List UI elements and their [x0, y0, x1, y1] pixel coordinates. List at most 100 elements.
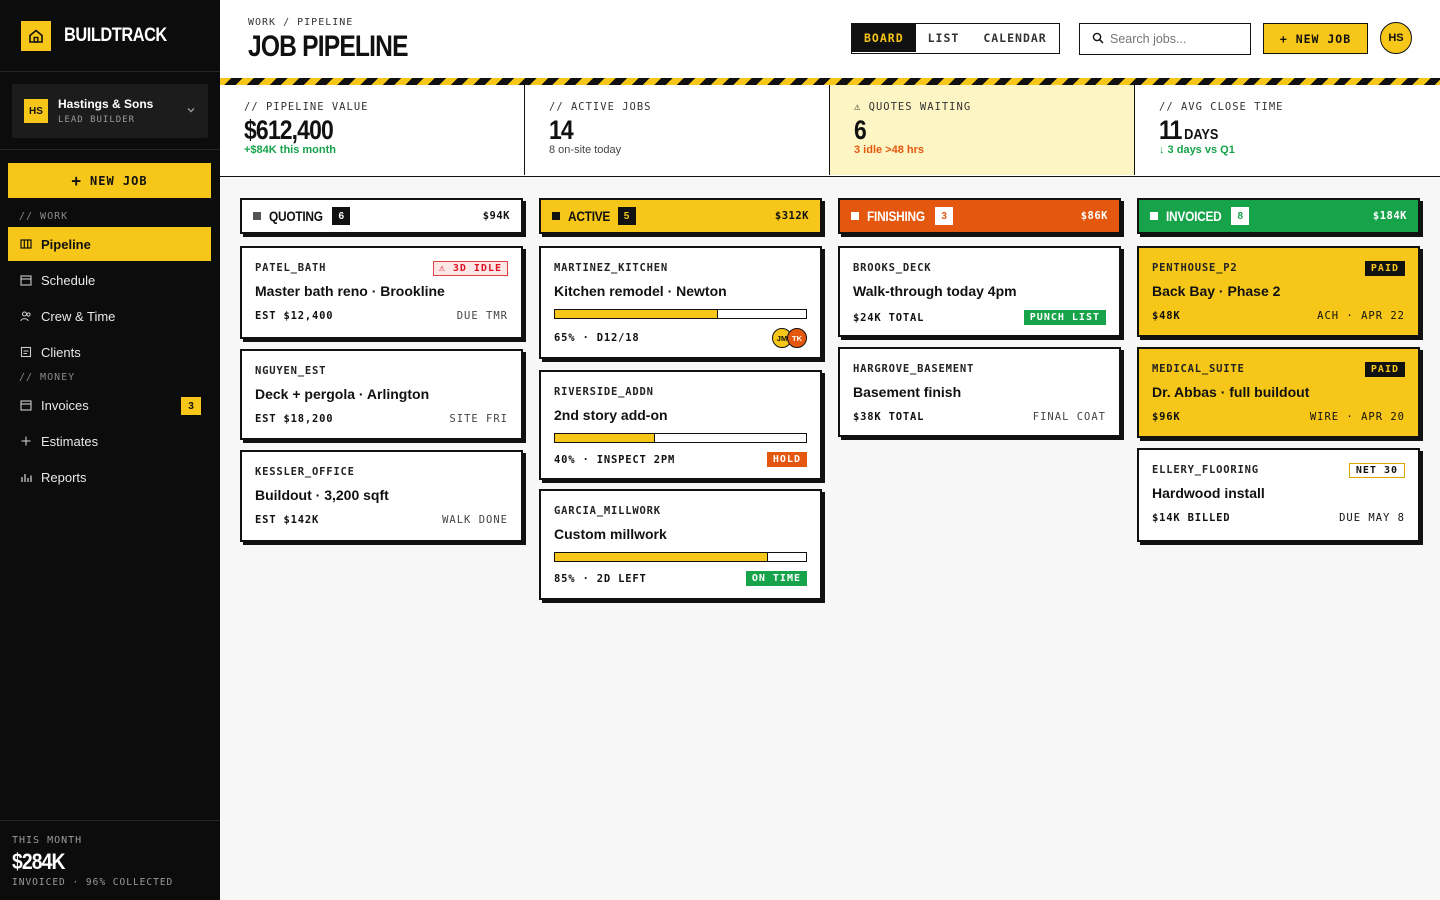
- job-due: SITE FRI: [449, 413, 508, 425]
- sidebar-new-job-label: NEW JOB: [90, 173, 148, 188]
- clipboard-icon: [20, 346, 32, 358]
- job-card[interactable]: GARCIA_MILLWORK Custom millwork 85% · 2D…: [539, 489, 822, 600]
- column-name: QUOTING: [269, 208, 323, 224]
- job-title: Back Bay · Phase 2: [1152, 283, 1281, 299]
- org-switcher[interactable]: HS Hastings & Sons LEAD BUILDER: [12, 84, 208, 138]
- view-tab-list[interactable]: LIST: [916, 24, 972, 52]
- users-icon: [20, 310, 32, 322]
- job-card[interactable]: KESSLER_OFFICE Buildout · 3,200 sqft EST…: [240, 450, 523, 542]
- plus-icon: [20, 435, 32, 447]
- brand[interactable]: BUILDTRACK: [0, 0, 220, 72]
- job-code: GARCIA_MILLWORK: [554, 505, 661, 517]
- job-card[interactable]: NGUYEN_EST Deck + pergola · Arlington ES…: [240, 349, 523, 440]
- columns-icon: [20, 238, 32, 250]
- job-progress-text: 85% · 2D LEFT: [554, 572, 647, 585]
- column-header: ACTIVE 5 $312K: [539, 198, 822, 234]
- column-finishing: FINISHING 3 $86K BROOKS_DECK Walk-throug…: [838, 198, 1121, 437]
- user-avatar[interactable]: HS: [1380, 22, 1412, 54]
- progress-bar: [554, 433, 807, 443]
- job-code: MEDICAL_SUITE: [1152, 363, 1245, 375]
- job-card[interactable]: MARTINEZ_KITCHEN Kitchen remodel · Newto…: [539, 246, 822, 359]
- job-card[interactable]: HARGROVE_BASEMENT Basement finish $38K T…: [838, 347, 1121, 437]
- stat-label: // AVG CLOSE TIME: [1159, 101, 1284, 113]
- home-icon: [21, 20, 51, 51]
- month-summary-label: THIS MONTH: [12, 835, 83, 846]
- stat-avg-close-time: // AVG CLOSE TIME 11 DAYS ↓ 3 days vs Q1: [1135, 85, 1440, 175]
- column-count: 5: [617, 207, 636, 225]
- job-title: Master bath reno · Brookline: [255, 283, 445, 299]
- square-icon: [851, 212, 859, 220]
- progress-fill: [555, 310, 719, 318]
- column-invoiced: INVOICED 8 $184K PENTHOUSE_P2 PAID Back B…: [1137, 198, 1420, 542]
- column-name: INVOICED: [1166, 208, 1222, 224]
- sidebar-item-schedule[interactable]: Schedule: [8, 263, 211, 297]
- plus-icon: +: [71, 170, 83, 190]
- payment-info: ACH · APR 22: [1317, 310, 1405, 322]
- stat-quotes-waiting[interactable]: ⚠ QUOTES WAITING 6 3 idle >48 hrs: [830, 85, 1135, 175]
- job-code: PENTHOUSE_P2: [1152, 262, 1238, 274]
- column-active: ACTIVE 5 $312K MARTINEZ_KITCHEN Kitchen …: [539, 198, 822, 600]
- search-box[interactable]: [1079, 23, 1251, 55]
- job-code: KESSLER_OFFICE: [255, 466, 355, 478]
- search-input[interactable]: [1110, 32, 1240, 46]
- job-title: Kitchen remodel · Newton: [554, 283, 727, 299]
- job-card[interactable]: ELLERY_FLOORING NET 30 Hardwood install $…: [1137, 448, 1420, 542]
- job-due: DUE TMR: [456, 310, 508, 322]
- sidebar-item-pipeline[interactable]: Pipeline: [8, 227, 211, 261]
- org-name: Hastings & Sons: [58, 97, 154, 111]
- stat-number: 11: [1159, 115, 1182, 145]
- job-code: ELLERY_FLOORING: [1152, 464, 1259, 476]
- sidebar-item-reports[interactable]: Reports: [8, 460, 211, 494]
- progress-fill: [555, 553, 769, 561]
- job-code: HARGROVE_BASEMENT: [853, 363, 975, 375]
- square-icon: [253, 212, 261, 220]
- section-label-work: // WORK: [19, 211, 69, 222]
- sidebar-item-estimates[interactable]: Estimates: [8, 424, 211, 458]
- job-title: Deck + pergola · Arlington: [255, 386, 430, 402]
- sidebar-item-label: Invoices: [41, 397, 89, 413]
- progress-bar: [554, 552, 807, 562]
- job-card[interactable]: BROOKS_DECK Walk-through today 4pm $24K …: [838, 246, 1121, 337]
- section-label-money: // MONEY: [19, 372, 76, 383]
- column-header: INVOICED 8 $184K: [1137, 198, 1420, 234]
- sidebar-item-crew[interactable]: Crew & Time: [8, 299, 211, 333]
- column-total: $86K: [1080, 210, 1108, 222]
- job-title: Buildout · 3,200 sqft: [255, 487, 389, 503]
- job-progress-text: 65% · D12/18: [554, 332, 640, 344]
- punch-list-badge: PUNCH LIST: [1023, 310, 1106, 325]
- idle-badge: ⚠ 3D IDLE: [432, 260, 508, 276]
- job-estimate: EST $18,200: [255, 413, 334, 425]
- column-name: ACTIVE: [568, 208, 611, 224]
- column-header: FINISHING 3 $86K: [838, 198, 1121, 234]
- calendar-icon: [20, 274, 32, 286]
- org-avatar: HS: [24, 99, 48, 123]
- paid-badge: PAID: [1364, 260, 1405, 276]
- job-card[interactable]: PATEL_BATH ⚠ 3D IDLE Master bath reno · B…: [240, 246, 523, 339]
- job-amount: $14K BILLED: [1152, 512, 1231, 524]
- column-total: $184K: [1372, 210, 1407, 222]
- sidebar-item-clients[interactable]: Clients: [8, 335, 211, 369]
- view-tab-board[interactable]: BOARD: [852, 24, 916, 52]
- job-progress-text: 40% · INSPECT 2PM: [554, 453, 676, 466]
- column-total: $94K: [482, 210, 510, 222]
- stat-label: // PIPELINE VALUE: [244, 101, 369, 113]
- job-card[interactable]: PENTHOUSE_P2 PAID Back Bay · Phase 2 $48K…: [1137, 246, 1420, 337]
- paid-badge: PAID: [1364, 361, 1405, 377]
- job-card[interactable]: RIVERSIDE_ADDN 2nd story add-on 40% · IN…: [539, 370, 822, 480]
- app-name: BUILDTRACK: [64, 24, 167, 46]
- breadcrumb: WORK / PIPELINE: [248, 17, 354, 28]
- sidebar-item-label: Pipeline: [41, 236, 91, 252]
- sidebar-new-job-button[interactable]: + NEW JOB: [8, 163, 211, 198]
- job-title: Dr. Abbas · full buildout: [1152, 384, 1310, 400]
- page-title: JOB PIPELINE: [248, 30, 408, 63]
- sidebar-item-invoices[interactable]: Invoices 3: [8, 388, 211, 422]
- hazard-stripe: [220, 78, 1440, 85]
- crew-avatar[interactable]: TK: [787, 328, 807, 348]
- job-total: $24K TOTAL: [853, 311, 925, 324]
- view-tab-calendar[interactable]: CALENDAR: [971, 24, 1058, 52]
- column-name: FINISHING: [867, 208, 925, 224]
- bar-chart-icon: [20, 471, 32, 483]
- header-new-job-button[interactable]: + NEW JOB: [1263, 23, 1368, 54]
- stat-value: 6: [854, 115, 867, 145]
- job-card[interactable]: MEDICAL_SUITE PAID Dr. Abbas · full build…: [1137, 347, 1420, 438]
